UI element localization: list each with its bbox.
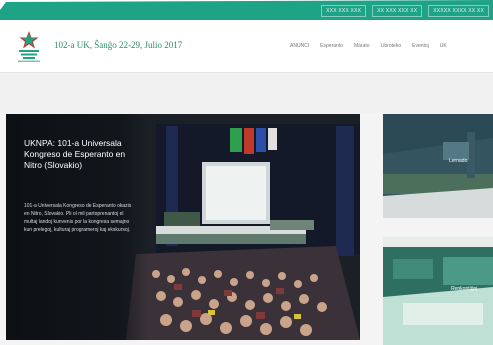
hero-slide[interactable]: UKNPA: 101-a Universala Kongreso de Espe… bbox=[6, 114, 360, 340]
hero-description: 101-a Universala Kongreso de Esperanto o… bbox=[24, 203, 132, 233]
nav-item-5[interactable]: Eventoj bbox=[412, 43, 429, 49]
promo-card-2[interactable]: Renkontiĝoj bbox=[383, 237, 493, 345]
nav-item-2[interactable]: Esperanto bbox=[320, 43, 343, 49]
nav-item-1[interactable]: ANUNCI bbox=[290, 43, 309, 49]
top-bar-links: XXX XXX XXX XX XXX XXX XX XXXXX XXXX XX … bbox=[321, 5, 489, 17]
site-header: 102-a UK, Ŝanĝo 22-29, Julio 2017 ANUNCI… bbox=[0, 20, 493, 73]
promo-card-2-label: Renkontiĝoj bbox=[451, 286, 478, 292]
hero-title[interactable]: UKNPA: 101-a Universala Kongreso de Espe… bbox=[24, 138, 144, 171]
page-banner-strip bbox=[0, 73, 493, 113]
nav-item-6[interactable]: UK bbox=[440, 43, 447, 49]
top-bar: XXX XXX XXX XX XXX XXX XX XXXXX XXXX XX … bbox=[0, 0, 493, 20]
promo-card-1[interactable]: Lernado bbox=[383, 114, 493, 218]
browser-viewport: XXX XXX XXX XX XXX XXX XX XXXXX XXXX XX … bbox=[0, 0, 493, 345]
main-nav: ANUNCI Esperanto Marato Libroteko Evento… bbox=[290, 43, 447, 49]
top-link-1[interactable]: XXX XXX XXX bbox=[321, 5, 367, 17]
site-logo[interactable] bbox=[14, 30, 44, 64]
nav-item-4[interactable]: Libroteko bbox=[381, 43, 402, 49]
top-link-3[interactable]: XXXXX XXXX XX XX bbox=[428, 5, 489, 17]
promo-card-1-label: Lernado bbox=[449, 158, 468, 164]
top-link-2[interactable]: XX XXX XXX XX bbox=[372, 5, 423, 17]
nav-item-3[interactable]: Marato bbox=[354, 43, 370, 49]
site-title[interactable]: 102-a UK, Ŝanĝo 22-29, Julio 2017 bbox=[54, 40, 182, 50]
promo-card-1-image bbox=[383, 114, 493, 218]
